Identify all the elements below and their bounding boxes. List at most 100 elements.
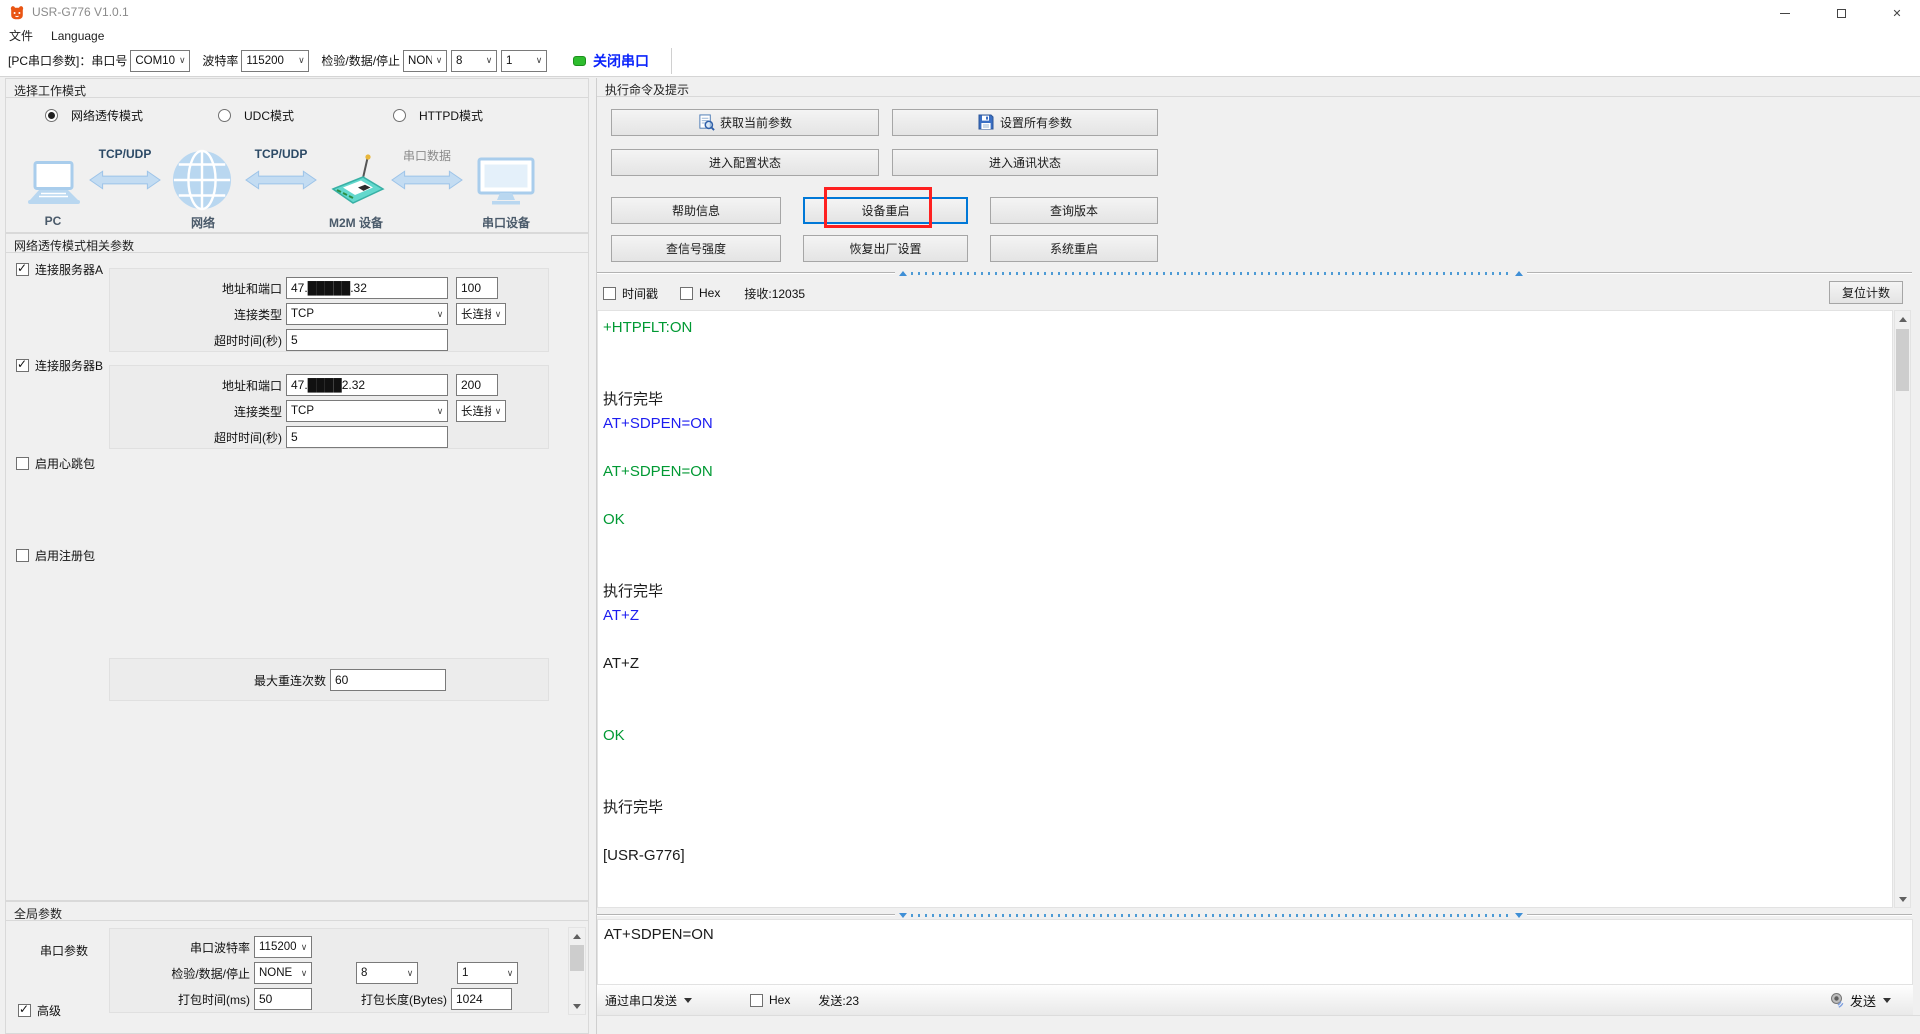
log-line: AT+Z [603, 652, 1892, 676]
enter-config-button[interactable]: 进入配置状态 [611, 149, 879, 176]
log-scrollbar[interactable] [1894, 310, 1911, 908]
send-input[interactable]: AT+SDPEN=ON [597, 919, 1913, 985]
scrollbar-thumb[interactable] [570, 945, 584, 971]
gp-stopbits-select[interactable]: 1 ∨ [457, 962, 518, 984]
work-mode-options: 网络透传模式 UDC模式 HTTPD模式 [6, 107, 588, 123]
double-arrow-icon [391, 170, 463, 195]
server-a-keep-select[interactable]: 长连接 ∨ [456, 303, 506, 325]
checkbox-icon [16, 457, 29, 470]
gp-parity-select[interactable]: NONE ∨ [254, 962, 312, 984]
heartbeat-checkbox[interactable]: 启用心跳包 [16, 455, 95, 472]
server-b-checkbox[interactable]: 连接服务器B [16, 357, 103, 374]
get-params-button[interactable]: 获取当前参数 [611, 109, 879, 136]
server-b-type-select[interactable]: TCP ∨ [286, 400, 448, 422]
net-params-group: 网络透传模式相关参数 连接服务器A 地址和端口 47.█████.32 100 … [5, 233, 589, 901]
scroll-down-button[interactable] [1895, 891, 1910, 907]
menu-file[interactable]: 文件 [0, 26, 42, 45]
log-hex-checkbox[interactable]: Hex [680, 286, 720, 300]
reconnect-label: 最大重连次数 [110, 672, 330, 689]
minimize-button[interactable] [1762, 0, 1808, 26]
help-button[interactable]: 帮助信息 [611, 197, 781, 224]
scroll-down-button[interactable] [569, 998, 585, 1014]
app-logo-icon [9, 5, 25, 21]
system-restart-button[interactable]: 系统重启 [990, 235, 1158, 262]
log-splitter-bottom[interactable] [597, 912, 1920, 918]
log-splitter-top[interactable] [597, 270, 1920, 276]
server-a-timeout-input[interactable]: 5 [286, 329, 448, 351]
send-bar: 通过串口发送 Hex 发送:23 发送 [597, 985, 1913, 1015]
radio-httpd[interactable]: HTTPD模式 [393, 107, 483, 124]
doc-search-icon [698, 114, 715, 131]
log-line [603, 436, 1892, 460]
chevron-down-icon: ∨ [175, 55, 189, 66]
databits-select[interactable]: 8 ∨ [451, 50, 497, 72]
gp-packlen-label: 打包长度(Bytes) [312, 991, 451, 1008]
reconnect-input[interactable]: 60 [330, 669, 446, 691]
log-line: [USR-G776] [603, 844, 1892, 868]
log-line: AT+Z [603, 604, 1892, 628]
close-serial-button[interactable]: 关闭串口 [593, 51, 649, 71]
reset-count-button[interactable]: 复位计数 [1829, 281, 1903, 304]
log-output[interactable]: +HTPFLT:ON 执行完毕 AT+SDPEN=ON AT+SDPEN=ON … [597, 310, 1893, 908]
type-label: 连接类型 [110, 306, 286, 323]
server-a-port-input[interactable]: 100 [456, 277, 498, 299]
send-via-serial-dropdown[interactable]: 通过串口发送 [605, 992, 692, 1009]
server-a-address-input[interactable]: 47.█████.32 [286, 277, 448, 299]
addr-label: 地址和端口 [110, 377, 286, 394]
collapse-down-icon[interactable] [899, 913, 907, 918]
menu-language[interactable]: Language [42, 26, 113, 45]
server-b-keep-select[interactable]: 长连接 ∨ [456, 400, 506, 422]
log-line [603, 532, 1892, 556]
collapse-up-icon[interactable] [899, 271, 907, 276]
chevron-down-icon: ∨ [294, 55, 308, 66]
scroll-up-button[interactable] [569, 928, 585, 944]
radio-udc[interactable]: UDC模式 [218, 107, 294, 124]
factory-reset-button[interactable]: 恢复出厂设置 [803, 235, 968, 262]
gp-baud-select[interactable]: 115200 ∨ [254, 936, 312, 958]
log-line: 执行完毕 [603, 796, 1892, 820]
stopbits-select[interactable]: 1 ∨ [501, 50, 547, 72]
enter-comm-button[interactable]: 进入通讯状态 [892, 149, 1158, 176]
log-line [603, 484, 1892, 508]
com-port-select[interactable]: COM10 ∨ [130, 50, 190, 72]
gp-databits-select[interactable]: 8 ∨ [356, 962, 418, 984]
collapse-down-icon[interactable] [1515, 913, 1523, 918]
parity-select[interactable]: NONI ∨ [403, 50, 447, 72]
parity-label: 检验/数据/停止 [321, 52, 400, 69]
close-button[interactable]: ✕ [1874, 0, 1920, 26]
app-window: USR-G776 V1.0.1 ✕ 文件 Language [PC串口参数]：串… [0, 0, 1920, 1034]
timeout-label: 超时时间(秒) [110, 332, 286, 349]
radio-net-transparent[interactable]: 网络透传模式 [45, 107, 143, 124]
device-restart-button[interactable]: 设备重启 [803, 197, 968, 224]
server-b-port-input[interactable]: 200 [456, 374, 498, 396]
gp-packlen-input[interactable]: 1024 [451, 988, 512, 1010]
timestamp-checkbox[interactable]: 时间戳 [603, 285, 658, 302]
register-checkbox[interactable]: 启用注册包 [16, 547, 95, 564]
chevron-down-icon: ∨ [433, 309, 447, 320]
checkbox-icon [16, 263, 29, 276]
baud-select[interactable]: 115200 ∨ [241, 50, 309, 72]
monitor-icon [477, 157, 535, 212]
server-b-address-input[interactable]: 47.████2.32 [286, 374, 448, 396]
net-params-header: 网络透传模式相关参数 [6, 234, 588, 253]
close-icon: ✕ [1892, 7, 1901, 20]
server-a-type-select[interactable]: TCP ∨ [286, 303, 448, 325]
gp-packtime-input[interactable]: 50 [254, 988, 312, 1010]
log-line [603, 820, 1892, 844]
query-version-button[interactable]: 查询版本 [990, 197, 1158, 224]
gp-baud-label: 串口波特率 [110, 939, 254, 956]
query-signal-button[interactable]: 查信号强度 [611, 235, 781, 262]
scroll-up-button[interactable] [1895, 311, 1910, 327]
server-a-checkbox[interactable]: 连接服务器A [16, 261, 103, 278]
collapse-up-icon[interactable] [1515, 271, 1523, 276]
server-b-panel: 地址和端口 47.████2.32 200 连接类型 TCP ∨ 长连接 ∨ [109, 365, 549, 449]
scrollbar-thumb[interactable] [1896, 329, 1909, 391]
advanced-checkbox[interactable]: 高级 [18, 1002, 61, 1019]
send-hex-checkbox[interactable]: Hex [750, 993, 790, 1007]
left-panel-scrollbar[interactable] [568, 927, 586, 1015]
type-label: 连接类型 [110, 403, 286, 420]
maximize-button[interactable] [1818, 0, 1864, 26]
send-button[interactable]: 发送 [1830, 991, 1891, 1010]
server-b-timeout-input[interactable]: 5 [286, 426, 448, 448]
set-params-button[interactable]: 设置所有参数 [892, 109, 1158, 136]
